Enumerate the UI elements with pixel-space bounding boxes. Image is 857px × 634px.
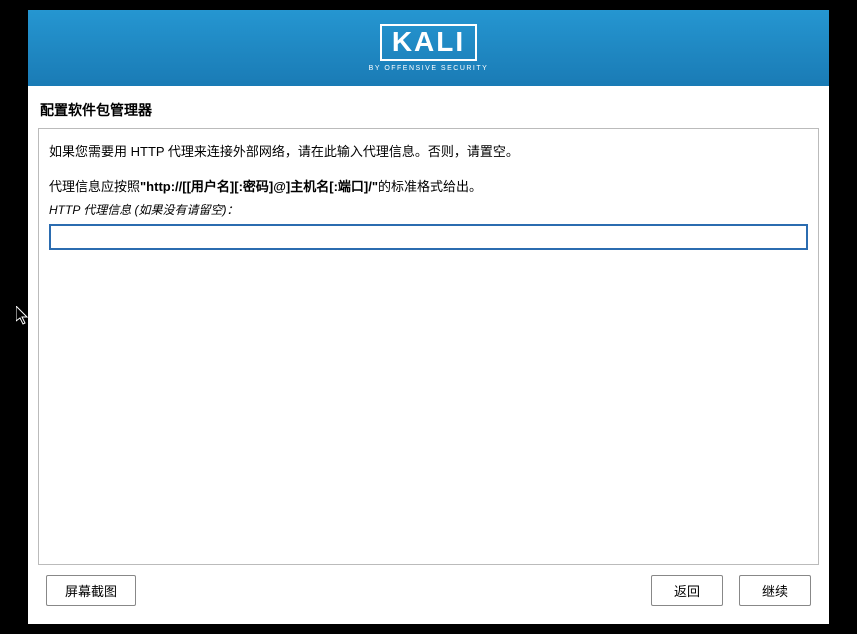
back-button[interactable]: 返回 — [651, 575, 723, 606]
instruction2-prefix: 代理信息应按照 — [49, 179, 140, 194]
instruction2-suffix: 的标准格式给出。 — [378, 179, 482, 194]
footer-bar: 屏幕截图 返回 继续 — [28, 575, 829, 624]
footer-right-group: 返回 继续 — [651, 575, 811, 606]
installer-window: KALI BY OFFENSIVE SECURITY 配置软件包管理器 如果您需… — [28, 10, 829, 624]
logo-subtitle: BY OFFENSIVE SECURITY — [369, 65, 489, 72]
header-banner: KALI BY OFFENSIVE SECURITY — [28, 10, 829, 86]
title-section: 配置软件包管理器 — [28, 86, 829, 128]
kali-logo: KALI BY OFFENSIVE SECURITY — [369, 24, 489, 72]
logo-rect: KALI — [380, 24, 477, 61]
continue-button[interactable]: 继续 — [739, 575, 811, 606]
instruction2-format: "http://[[用户名][:密码]@]主机名[:端口]/" — [140, 179, 378, 194]
logo-text: KALI — [392, 26, 465, 57]
proxy-input[interactable] — [49, 224, 808, 250]
content-area: 如果您需要用 HTTP 代理来连接外部网络，请在此输入代理信息。否则，请置空。 … — [38, 128, 819, 565]
instruction-text-2: 代理信息应按照"http://[[用户名][:密码]@]主机名[:端口]/"的标… — [49, 176, 808, 195]
proxy-field-label: HTTP 代理信息 (如果没有请留空)： — [49, 201, 808, 218]
screenshot-button[interactable]: 屏幕截图 — [46, 575, 136, 606]
page-title: 配置软件包管理器 — [40, 100, 817, 120]
instruction-text-1: 如果您需要用 HTTP 代理来连接外部网络，请在此输入代理信息。否则，请置空。 — [49, 141, 808, 160]
